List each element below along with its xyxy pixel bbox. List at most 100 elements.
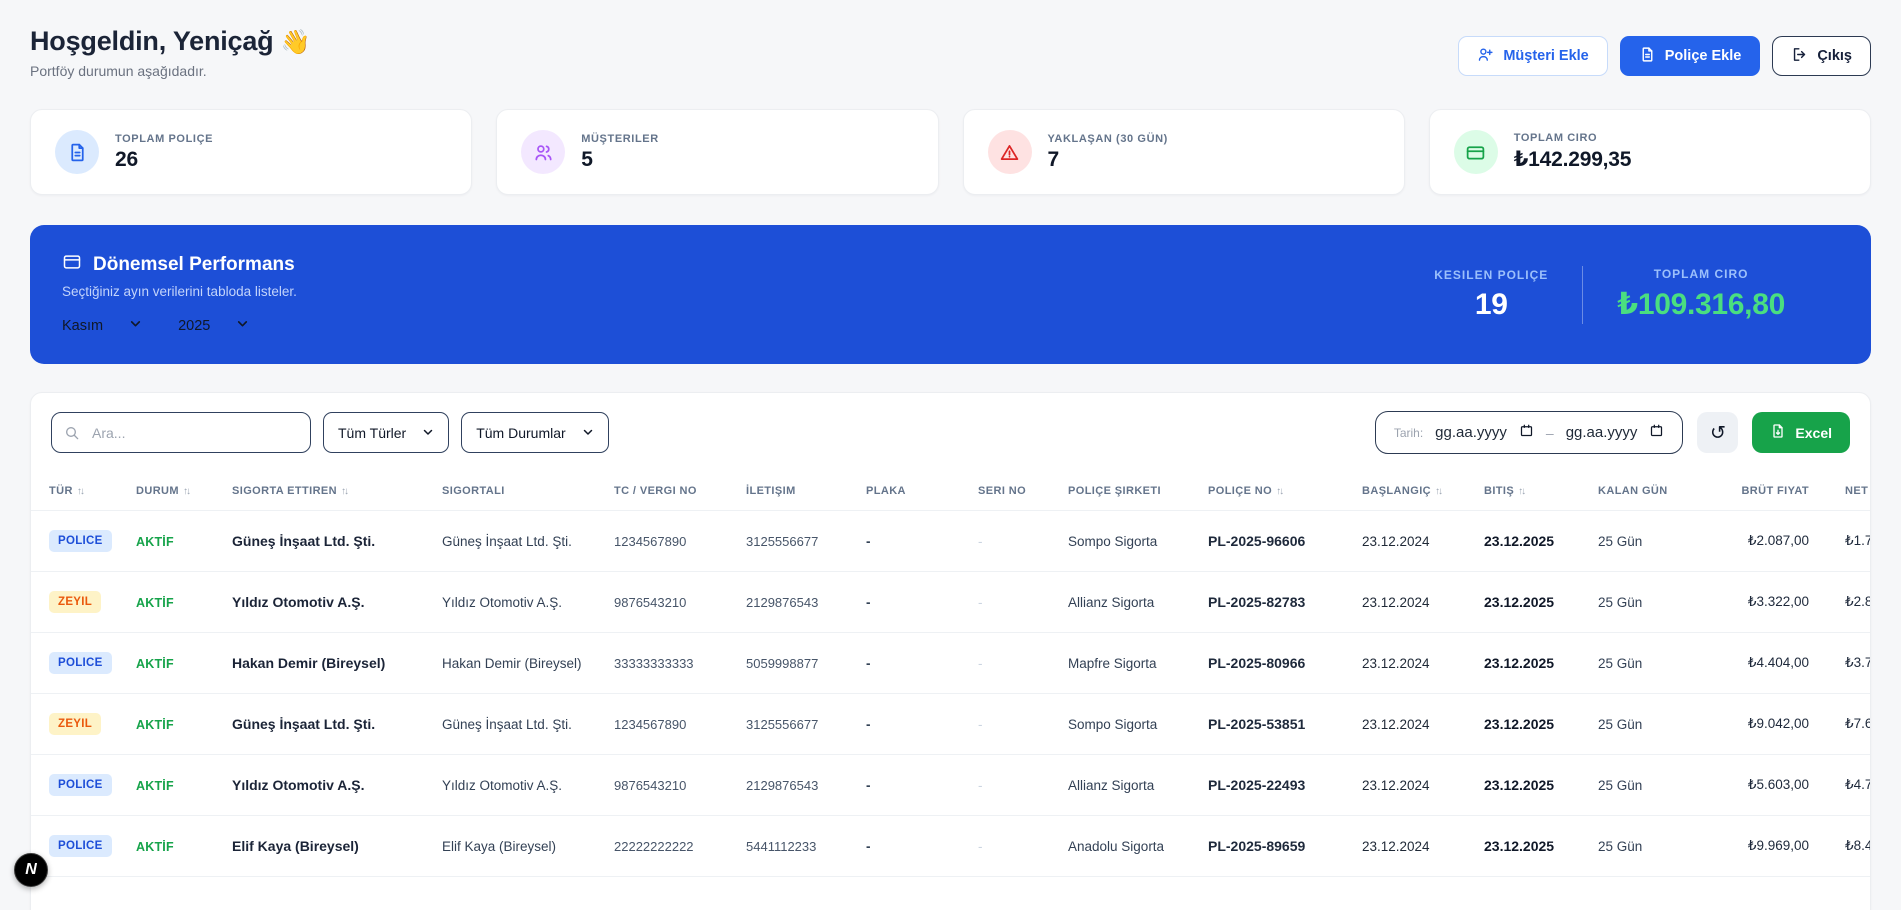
add-customer-label: Müşteri Ekle xyxy=(1503,48,1588,64)
logout-button[interactable]: Çıkış xyxy=(1772,36,1871,76)
card-outline-icon xyxy=(62,252,82,277)
cell-iletisim: 3125556677 xyxy=(736,694,856,755)
cell-sirket: Sompo Sigorta xyxy=(1058,511,1198,572)
cell-iletisim: 2129876543 xyxy=(736,755,856,816)
type-badge: POLICE xyxy=(49,774,112,796)
cell-ettiren: Elif Kaya (Bireysel) xyxy=(222,816,432,877)
add-policy-label: Poliçe Ekle xyxy=(1665,48,1742,64)
cell-plaka: - xyxy=(856,694,968,755)
reset-filters-button[interactable]: ↺ xyxy=(1697,412,1738,453)
policy-table: TÜR↑↓DURUM↑↓SIGORTA ETTIREN↑↓SIGORTALITC… xyxy=(31,470,1870,877)
stat-value: 5 xyxy=(581,148,659,172)
page-subtitle: Portföy durumun aşağıdadır. xyxy=(30,63,310,79)
cell-seri: - xyxy=(968,633,1058,694)
column-label: BRÜT FIYAT xyxy=(1741,485,1809,497)
calendar-icon[interactable] xyxy=(1519,423,1534,442)
column-header-tur[interactable]: TÜR↑↓ xyxy=(31,470,126,511)
export-excel-button[interactable]: Excel xyxy=(1752,412,1850,453)
cell-bitis: 23.12.2025 xyxy=(1474,755,1588,816)
cell-sirket: Mapfre Sigorta xyxy=(1058,633,1198,694)
date-to-value: gg.aa.yyyy xyxy=(1566,424,1638,441)
cell-brut: ₺4.404,00 xyxy=(1698,633,1819,694)
cell-policeno: PL-2025-22493 xyxy=(1198,755,1352,816)
cell-net: ₺8.4 xyxy=(1819,816,1870,877)
filter-bar: Tüm Türler Tüm Durumlar Tarih: gg.aa.yyy… xyxy=(31,393,1870,470)
cell-net: ₺1.7 xyxy=(1819,511,1870,572)
type-badge: ZEYIL xyxy=(49,591,101,613)
column-label: BITIŞ xyxy=(1484,485,1514,497)
cell-sirket: Allianz Sigorta xyxy=(1058,755,1198,816)
table-row[interactable]: ZEYILAKTİFYıldız Otomotiv A.Ş.Yıldız Oto… xyxy=(31,572,1870,633)
cell-seri: - xyxy=(968,511,1058,572)
table-row[interactable]: POLICEAKTİFElif Kaya (Bireysel)Elif Kaya… xyxy=(31,816,1870,877)
table-body: POLICEAKTİFGüneş İnşaat Ltd. Şti.Güneş İ… xyxy=(31,511,1870,877)
column-header-brut: BRÜT FIYAT xyxy=(1698,470,1819,511)
sort-icon: ↑↓ xyxy=(341,486,347,497)
cell-tc: 9876543210 xyxy=(604,572,736,633)
metric-value: 19 xyxy=(1434,288,1548,322)
cell-durum: AKTİF xyxy=(126,755,222,816)
calendar-icon[interactable] xyxy=(1649,423,1664,442)
cell-policeno: PL-2025-89659 xyxy=(1198,816,1352,877)
cell-seri: - xyxy=(968,816,1058,877)
table-row[interactable]: ZEYILAKTİFGüneş İnşaat Ltd. Şti.Güneş İn… xyxy=(31,694,1870,755)
type-filter-select[interactable]: Tüm Türler xyxy=(323,412,449,453)
chevron-down-icon xyxy=(422,425,434,441)
filter-right-cluster: Tarih: gg.aa.yyyy – gg.aa.yyyy xyxy=(1375,411,1850,454)
date-to-input[interactable]: gg.aa.yyyy xyxy=(1566,423,1665,442)
cell-baslangic: 23.12.2024 xyxy=(1352,816,1474,877)
cell-net: ₺3.7 xyxy=(1819,633,1870,694)
search-wrap xyxy=(51,412,311,453)
cell-ettiren: Hakan Demir (Bireysel) xyxy=(222,633,432,694)
column-header-policeno[interactable]: POLIÇE NO↑↓ xyxy=(1198,470,1352,511)
month-select[interactable]: Kasım xyxy=(62,317,142,334)
metric-value: ₺109.316,80 xyxy=(1617,287,1785,322)
type-badge: POLICE xyxy=(49,530,112,552)
cell-seri: - xyxy=(968,572,1058,633)
cell-sigortali: Hakan Demir (Bireysel) xyxy=(432,633,604,694)
cell-kalan: 25 Gün xyxy=(1588,511,1698,572)
cell-plaka: - xyxy=(856,755,968,816)
cell-sirket: Sompo Sigorta xyxy=(1058,694,1198,755)
cell-policeno: PL-2025-80966 xyxy=(1198,633,1352,694)
cell-tc: 33333333333 xyxy=(604,633,736,694)
column-header-bitis[interactable]: BITIŞ↑↓ xyxy=(1474,470,1588,511)
cell-net: ₺2.8 xyxy=(1819,572,1870,633)
add-policy-button[interactable]: Poliçe Ekle xyxy=(1620,36,1761,76)
column-header-kalan: KALAN GÜN xyxy=(1588,470,1698,511)
sort-icon: ↑↓ xyxy=(183,486,189,497)
column-label: SIGORTA ETTIREN xyxy=(232,485,337,497)
cell-bitis: 23.12.2025 xyxy=(1474,511,1588,572)
column-header-ettiren[interactable]: SIGORTA ETTIREN ↑↓ xyxy=(222,470,432,511)
cell-sirket: Anadolu Sigorta xyxy=(1058,816,1198,877)
performance-metric: KESILEN POLIÇE19 xyxy=(1400,268,1582,322)
wave-emoji: 👋 xyxy=(281,29,311,56)
column-label: POLIÇE NO xyxy=(1208,485,1272,497)
stat-value: ₺142.299,35 xyxy=(1514,147,1632,172)
cell-net: ₺7.6 xyxy=(1819,694,1870,755)
year-select[interactable]: 2025 xyxy=(178,317,249,334)
table-row[interactable]: POLICEAKTİFGüneş İnşaat Ltd. Şti.Güneş İ… xyxy=(31,511,1870,572)
cell-kalan: 25 Gün xyxy=(1588,572,1698,633)
cell-baslangic: 23.12.2024 xyxy=(1352,755,1474,816)
table-row[interactable]: POLICEAKTİFHakan Demir (Bireysel)Hakan D… xyxy=(31,633,1870,694)
column-header-plaka: PLAKA xyxy=(856,470,968,511)
date-from-input[interactable]: gg.aa.yyyy xyxy=(1435,423,1534,442)
search-input[interactable] xyxy=(51,412,311,453)
cell-durum: AKTİF xyxy=(126,816,222,877)
status-filter-select[interactable]: Tüm Durumlar xyxy=(461,412,608,453)
table-row[interactable]: POLICEAKTİFYıldız Otomotiv A.Ş.Yıldız Ot… xyxy=(31,755,1870,816)
cell-bitis: 23.12.2025 xyxy=(1474,572,1588,633)
add-customer-button[interactable]: Müşteri Ekle xyxy=(1458,36,1607,76)
cell-tc: 9876543210 xyxy=(604,755,736,816)
table-head: TÜR↑↓DURUM↑↓SIGORTA ETTIREN↑↓SIGORTALITC… xyxy=(31,470,1870,511)
column-header-baslangic[interactable]: BAŞLANGIÇ↑↓ xyxy=(1352,470,1474,511)
cell-tc: 1234567890 xyxy=(604,694,736,755)
status-filter-value: Tüm Durumlar xyxy=(476,425,565,441)
column-header-durum[interactable]: DURUM↑↓ xyxy=(126,470,222,511)
cell-tur: ZEYIL xyxy=(31,572,126,633)
user-plus-icon xyxy=(1477,46,1494,67)
sort-icon: ↑↓ xyxy=(77,486,83,497)
nextjs-dev-badge[interactable]: N xyxy=(14,853,48,887)
date-range-picker: Tarih: gg.aa.yyyy – gg.aa.yyyy xyxy=(1375,411,1684,454)
